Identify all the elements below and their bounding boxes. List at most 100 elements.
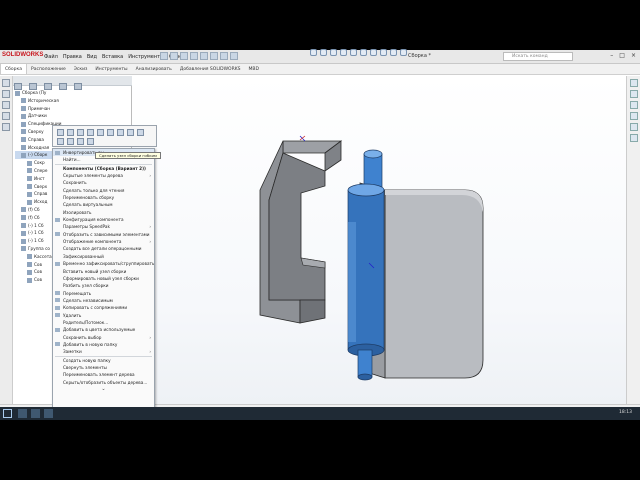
- context-menu-item[interactable]: Скрыть/отобразить объекты дерева...: [53, 379, 154, 386]
- context-menu-item[interactable]: Добавить в новую папку: [53, 341, 154, 348]
- view-settings-icon[interactable]: [400, 49, 407, 56]
- zoom-area-icon[interactable]: [320, 49, 327, 56]
- tree-row[interactable]: Примечан: [15, 105, 132, 113]
- command-tab[interactable]: Расположение: [27, 64, 70, 74]
- fix-icon[interactable]: [87, 138, 94, 145]
- options-icon[interactable]: [230, 52, 238, 60]
- command-tab[interactable]: Добавления SOLIDWORKS: [176, 64, 245, 74]
- print-icon[interactable]: [190, 52, 198, 60]
- command-tab[interactable]: Анализировать: [132, 64, 176, 74]
- dissolve-icon[interactable]: [67, 138, 74, 145]
- display-style-icon[interactable]: [360, 49, 367, 56]
- appearance-icon[interactable]: [107, 129, 114, 136]
- change-transparency-icon[interactable]: [87, 129, 94, 136]
- mate-icon[interactable]: [2, 112, 10, 120]
- make-flexible-icon[interactable]: [57, 138, 64, 145]
- context-menu-item[interactable]: Удалить: [53, 312, 154, 319]
- context-menu-item[interactable]: Переименовать сборку: [53, 194, 154, 201]
- sketch-tool-icon[interactable]: [2, 90, 10, 98]
- select-tool-icon[interactable]: [2, 79, 10, 87]
- context-menu-item[interactable]: Переименовать элемент дерева: [53, 371, 154, 378]
- context-menu-item[interactable]: Сделать только для чтения: [53, 187, 154, 194]
- context-menu-item[interactable]: Конфигурация компонента: [53, 216, 154, 223]
- context-menu-item[interactable]: Свернуть элементы: [53, 364, 154, 371]
- context-menu-item[interactable]: Скрытые элементы дерева ›: [53, 172, 154, 179]
- context-menu-item[interactable]: Копировать с сопряжениями: [53, 304, 154, 311]
- context-menu-item[interactable]: Отображение компонента ›: [53, 238, 154, 245]
- open-part-icon[interactable]: [57, 129, 64, 136]
- context-menu-item[interactable]: Сделать виртуальным: [53, 201, 154, 208]
- edit-appearance-icon[interactable]: [380, 49, 387, 56]
- isolate-icon[interactable]: [97, 129, 104, 136]
- context-menu-item[interactable]: Отобразить с зависимыми элементами: [53, 231, 154, 238]
- context-menu-item[interactable]: Сделать независимым: [53, 297, 154, 304]
- tree-row[interactable]: Историческая: [15, 97, 132, 105]
- menu-item[interactable]: Инструменты: [128, 52, 164, 62]
- command-tab[interactable]: MBD: [245, 64, 263, 74]
- context-menu-item[interactable]: Создать все детали операцонными: [53, 245, 154, 252]
- context-menu-item[interactable]: Сохранить выбор ›: [53, 334, 154, 341]
- tree-row-label: Историческая: [28, 97, 59, 103]
- tree-row[interactable]: Датчики: [15, 112, 132, 120]
- tree-row[interactable]: Сборка (Пу: [15, 89, 132, 97]
- undo-icon[interactable]: [200, 52, 208, 60]
- command-tab[interactable]: Инструменты: [91, 64, 131, 74]
- tree-row-label: (-) 1 Сб: [28, 230, 44, 236]
- select-icon[interactable]: [210, 52, 218, 60]
- solidworks-taskbar-icon[interactable]: [44, 409, 53, 418]
- save-icon[interactable]: [180, 52, 188, 60]
- move-icon[interactable]: [77, 138, 84, 145]
- section-view-icon[interactable]: [340, 49, 347, 56]
- context-menu-item[interactable]: Родитель/Потомок...: [53, 319, 154, 326]
- maximize-icon[interactable]: □: [619, 52, 625, 59]
- hide-show-icon[interactable]: [370, 49, 377, 56]
- component-properties-icon[interactable]: [137, 129, 144, 136]
- zoom-to-selection-icon[interactable]: [117, 129, 124, 136]
- close-icon[interactable]: ×: [631, 52, 636, 59]
- minimize-icon[interactable]: –: [610, 52, 613, 59]
- menu-item[interactable]: Вставка: [102, 52, 123, 62]
- insert-component-icon[interactable]: [2, 123, 10, 131]
- view-mates-icon[interactable]: [127, 129, 134, 136]
- search-commands-input[interactable]: Искать команд: [503, 52, 573, 61]
- context-menu-item[interactable]: Перемещать: [53, 290, 154, 297]
- design-library-icon[interactable]: [629, 90, 638, 98]
- hide-component-icon[interactable]: [77, 129, 84, 136]
- context-menu-item[interactable]: Заметки ›: [53, 348, 154, 355]
- context-menu-item[interactable]: Параметры SpeedPak ›: [53, 223, 154, 230]
- new-document-icon[interactable]: [160, 52, 168, 60]
- explorer-taskbar-icon[interactable]: [31, 409, 40, 418]
- expand-menu-chevron-icon[interactable]: ⌄: [53, 386, 154, 392]
- context-menu-item[interactable]: Зафиксированный: [53, 253, 154, 260]
- previous-view-icon[interactable]: [330, 49, 337, 56]
- menu-item-label: Параметры SpeedPak: [63, 224, 110, 230]
- context-menu-item[interactable]: Разбить узел сборки: [53, 282, 154, 289]
- custom-properties-icon[interactable]: [629, 134, 638, 142]
- start-icon[interactable]: [3, 409, 12, 418]
- apply-scene-icon[interactable]: [390, 49, 397, 56]
- command-tab[interactable]: Сборка: [0, 64, 28, 74]
- search-taskbar-icon[interactable]: [18, 409, 27, 418]
- menu-item[interactable]: Правка: [63, 52, 82, 62]
- context-menu-item[interactable]: Изолировать: [53, 209, 154, 216]
- context-menu-item[interactable]: Вставить новый узел сборки: [53, 268, 154, 275]
- zoom-to-fit-icon[interactable]: [310, 49, 317, 56]
- menu-item[interactable]: Файл: [44, 52, 58, 62]
- resources-icon[interactable]: [629, 79, 638, 87]
- context-menu-item[interactable]: Добавить в цвета используемые: [53, 326, 154, 333]
- view-palette-icon[interactable]: [629, 112, 638, 120]
- context-menu-item[interactable]: Создать новую папку: [53, 357, 154, 364]
- context-menu-item[interactable]: Сформировать новый узел сборки: [53, 275, 154, 282]
- menu-item[interactable]: Вид: [87, 52, 97, 62]
- rebuild-icon[interactable]: [220, 52, 228, 60]
- context-menu-item[interactable]: Временно зафиксировать/сгруппировать: [53, 260, 154, 267]
- open-icon[interactable]: [170, 52, 178, 60]
- view-orientation-icon[interactable]: [350, 49, 357, 56]
- smart-dimension-icon[interactable]: [2, 101, 10, 109]
- appearances-icon[interactable]: [629, 123, 638, 131]
- command-tab[interactable]: Эскиз: [70, 64, 92, 74]
- context-menu-item[interactable]: Сохранить: [53, 179, 154, 186]
- menu-item-label: Скрытые элементы дерева: [63, 173, 123, 179]
- file-explorer-icon[interactable]: [629, 101, 638, 109]
- edit-component-icon[interactable]: [67, 129, 74, 136]
